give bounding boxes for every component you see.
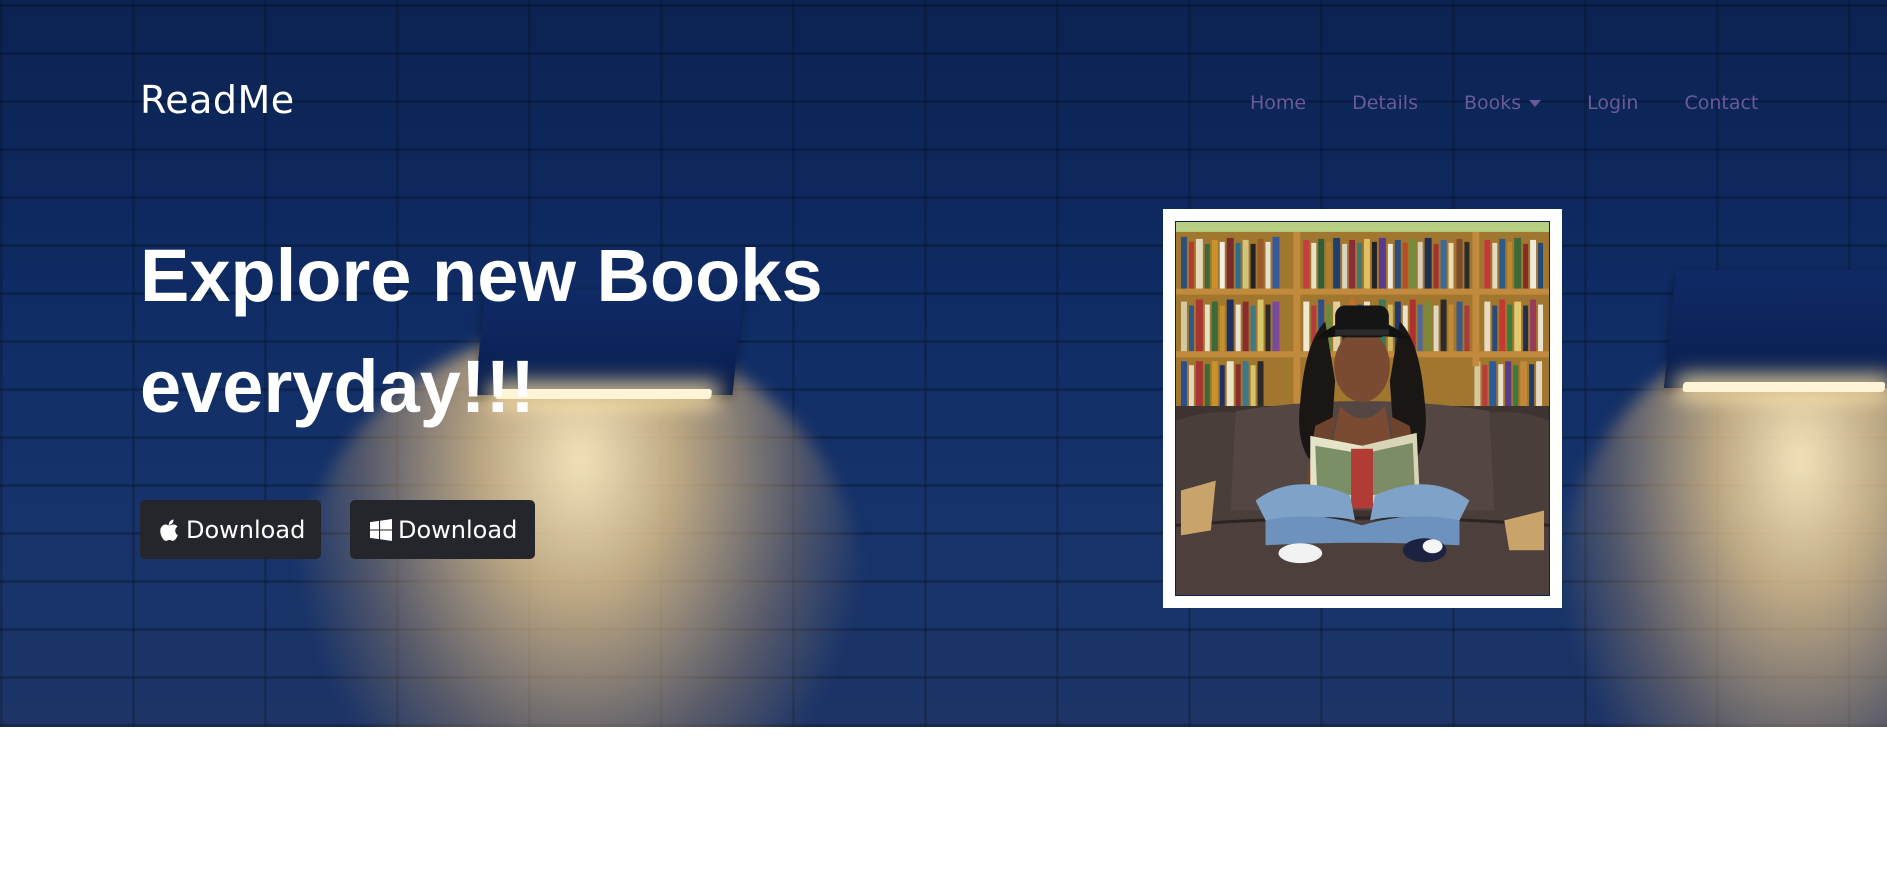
nav-contact[interactable]: Contact	[1684, 92, 1758, 114]
apple-icon	[160, 518, 180, 542]
hero-headline: Explore new Books everyday!!!	[140, 234, 823, 428]
download-windows-button[interactable]: Download	[350, 500, 535, 559]
nav-home[interactable]: Home	[1250, 92, 1306, 114]
brand-logo[interactable]: ReadMe	[140, 78, 295, 122]
nav-books-label: Books	[1463, 92, 1522, 114]
hero-section: ReadMe Home Details Books Login Contact …	[0, 0, 1887, 727]
download-apple-label: Download	[186, 515, 306, 544]
download-apple-button[interactable]: Download	[140, 500, 321, 559]
main-navigation: Home Details Books Login Contact	[1250, 92, 1804, 114]
download-windows-label: Download	[398, 515, 518, 544]
wall-lamp	[1663, 270, 1887, 388]
nav-books-dropdown[interactable]: Books	[1463, 92, 1542, 114]
nav-details[interactable]: Details	[1352, 92, 1418, 114]
hero-photo-frame	[1163, 209, 1562, 608]
chevron-down-icon	[1529, 99, 1542, 107]
reading-girl-photo	[1175, 221, 1550, 596]
windows-icon	[370, 518, 392, 542]
nav-login[interactable]: Login	[1587, 92, 1638, 114]
